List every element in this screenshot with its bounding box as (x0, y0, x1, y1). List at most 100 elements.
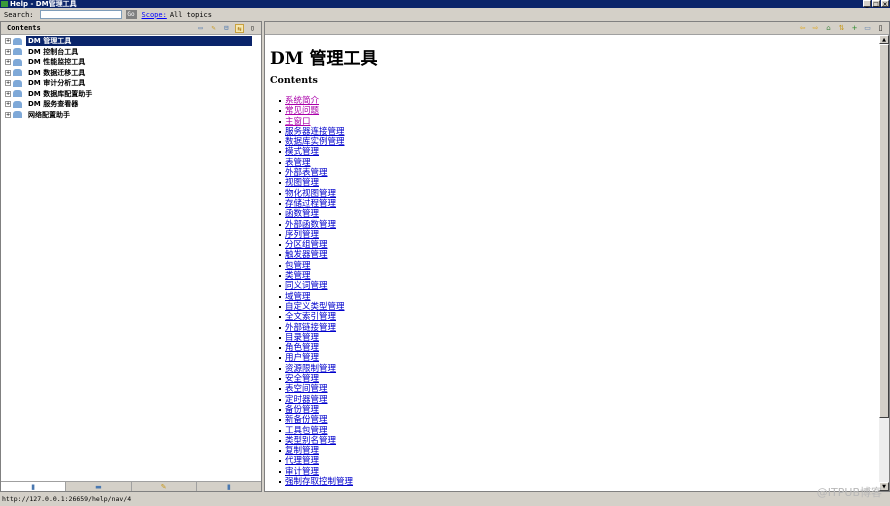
list-item: 包管理 (279, 261, 879, 271)
expand-icon[interactable]: + (5, 80, 11, 87)
topic-link[interactable]: 外部链接管理 (285, 323, 336, 333)
topic-link[interactable]: 定时器管理 (285, 395, 328, 405)
topic-link[interactable]: 主窗口 (285, 117, 311, 127)
topic-link[interactable]: 复制管理 (285, 446, 319, 456)
print-page-icon[interactable]: ▭ (863, 24, 872, 33)
topic-link[interactable]: 服务器连接管理 (285, 127, 345, 137)
tree-node[interactable]: + DM 数据迁移工具 (1, 68, 261, 79)
search-label: Search: (4, 10, 34, 19)
list-item: 备份管理 (279, 405, 879, 415)
scroll-up-button[interactable]: ▲ (879, 35, 889, 44)
topic-link[interactable]: 外部表管理 (285, 168, 328, 178)
minimize-button[interactable]: _ (863, 0, 871, 8)
tree-node-label[interactable]: 网络配置助手 (26, 110, 72, 120)
topic-link[interactable]: 存储过程管理 (285, 199, 336, 209)
topic-link[interactable]: 工具包管理 (285, 426, 328, 436)
tree-node[interactable]: + DM 审计分析工具 (1, 78, 261, 89)
list-item: 系统简介 (279, 96, 879, 106)
tab-contents[interactable]: ▮ (1, 482, 66, 491)
expand-icon[interactable]: + (5, 101, 11, 108)
topic-link[interactable]: 表空间管理 (285, 384, 328, 394)
link-icon[interactable]: ✎ (209, 24, 218, 33)
topic-link[interactable]: 类管理 (285, 271, 311, 281)
tree-node[interactable]: + DM 性能监控工具 (1, 57, 261, 68)
maximize-icon[interactable]: ▯ (876, 24, 885, 33)
book-icon (13, 69, 22, 77)
topic-link[interactable]: 物化视图管理 (285, 189, 336, 199)
tab-search[interactable]: ✎ (130, 482, 196, 491)
maximize-icon[interactable]: ▯ (248, 24, 257, 33)
topic-link[interactable]: 同义词管理 (285, 281, 328, 291)
topic-link[interactable]: 目录管理 (285, 333, 319, 343)
topic-link[interactable]: 分区组管理 (285, 240, 328, 250)
topic-link[interactable]: 函数管理 (285, 209, 319, 219)
back-icon[interactable]: ⇦ (798, 24, 807, 33)
topic-link[interactable]: 新备份管理 (285, 415, 328, 425)
topic-link[interactable]: 类型别名管理 (285, 436, 336, 446)
tree-node-label[interactable]: DM 性能监控工具 (26, 57, 87, 67)
tree-node-label[interactable]: DM 审计分析工具 (26, 78, 87, 88)
list-item: 定时器管理 (279, 395, 879, 405)
maximize-button[interactable]: □ (872, 0, 880, 8)
topic-link[interactable]: 数据库实例管理 (285, 137, 345, 147)
list-item: 外部表管理 (279, 168, 879, 178)
tree-node[interactable]: + 网络配置助手 (1, 110, 261, 121)
topic-link[interactable]: 备份管理 (285, 405, 319, 415)
tree-node[interactable]: + DM 控制台工具 (1, 47, 261, 58)
tab-index[interactable]: ▬ (65, 482, 131, 491)
list-item: 表管理 (279, 158, 879, 168)
topic-link[interactable]: 模式管理 (285, 147, 319, 157)
collapse-icon[interactable]: ⊟ (222, 24, 231, 33)
list-item: 模式管理 (279, 147, 879, 157)
tree-node-label[interactable]: DM 数据迁移工具 (26, 68, 87, 78)
expand-icon[interactable]: + (5, 59, 11, 66)
topic-link[interactable]: 安全管理 (285, 374, 319, 384)
list-item: 类管理 (279, 271, 879, 281)
tree-node[interactable]: + DM 服务查看器 (1, 99, 261, 110)
topic-link[interactable]: 触发器管理 (285, 250, 328, 260)
topic-link[interactable]: 资源限制管理 (285, 364, 336, 374)
home-icon[interactable]: ⌂ (824, 24, 833, 33)
topic-link[interactable]: 用户管理 (285, 353, 319, 363)
search-input[interactable] (39, 10, 122, 19)
topic-link[interactable]: 代理管理 (285, 456, 319, 466)
topic-link[interactable]: 外部函数管理 (285, 220, 336, 230)
expand-icon[interactable]: + (5, 69, 11, 76)
topic-link[interactable]: 包管理 (285, 261, 311, 271)
topic-link[interactable]: 角色管理 (285, 343, 319, 353)
topic-link[interactable]: 视图管理 (285, 178, 319, 188)
topic-link[interactable]: 常见问题 (285, 106, 319, 116)
print-icon[interactable]: ▭ (196, 24, 205, 33)
scope-link[interactable]: Scope: (142, 11, 167, 19)
list-item: 触发器管理 (279, 250, 879, 260)
tree-node[interactable]: + DM 管理工具 (1, 36, 261, 47)
close-button[interactable]: × (881, 0, 889, 8)
expand-icon[interactable]: + (5, 48, 11, 55)
expand-icon[interactable]: + (5, 90, 11, 97)
sync-icon[interactable]: ⇆ (235, 24, 244, 33)
tab-bookmarks[interactable]: ▮ (195, 482, 261, 491)
topic-link[interactable]: 表管理 (285, 158, 311, 168)
tree-node-label[interactable]: DM 数据库配置助手 (26, 89, 94, 99)
topic-link[interactable]: 自定义类型管理 (285, 302, 345, 312)
tree-node-label[interactable]: DM 控制台工具 (26, 47, 80, 57)
tree-node[interactable]: + DM 数据库配置助手 (1, 89, 261, 100)
topic-link[interactable]: 全文索引管理 (285, 312, 336, 322)
expand-icon[interactable]: + (5, 111, 11, 118)
topic-link[interactable]: 系统简介 (285, 96, 319, 106)
vertical-scrollbar[interactable]: ▲ ▼ (879, 35, 889, 491)
go-button[interactable]: Go (125, 10, 137, 19)
page-title: DM 管理工具 (270, 49, 378, 69)
forward-icon[interactable]: ⇨ (811, 24, 820, 33)
expand-icon[interactable]: + (5, 38, 11, 45)
tree-node-label[interactable]: DM 管理工具 (26, 36, 252, 47)
topic-link[interactable]: 强制存取控制管理 (285, 477, 353, 487)
topic-link[interactable]: 序列管理 (285, 230, 319, 240)
sync-toc-icon[interactable]: ⇅ (837, 24, 846, 33)
tree-node-label[interactable]: DM 服务查看器 (26, 99, 80, 109)
topic-link[interactable]: 审计管理 (285, 467, 319, 477)
scroll-thumb[interactable] (879, 44, 889, 418)
topic-link[interactable]: 域管理 (285, 292, 311, 302)
bookmark-icon[interactable]: + (850, 24, 859, 33)
book-icon (13, 48, 22, 56)
